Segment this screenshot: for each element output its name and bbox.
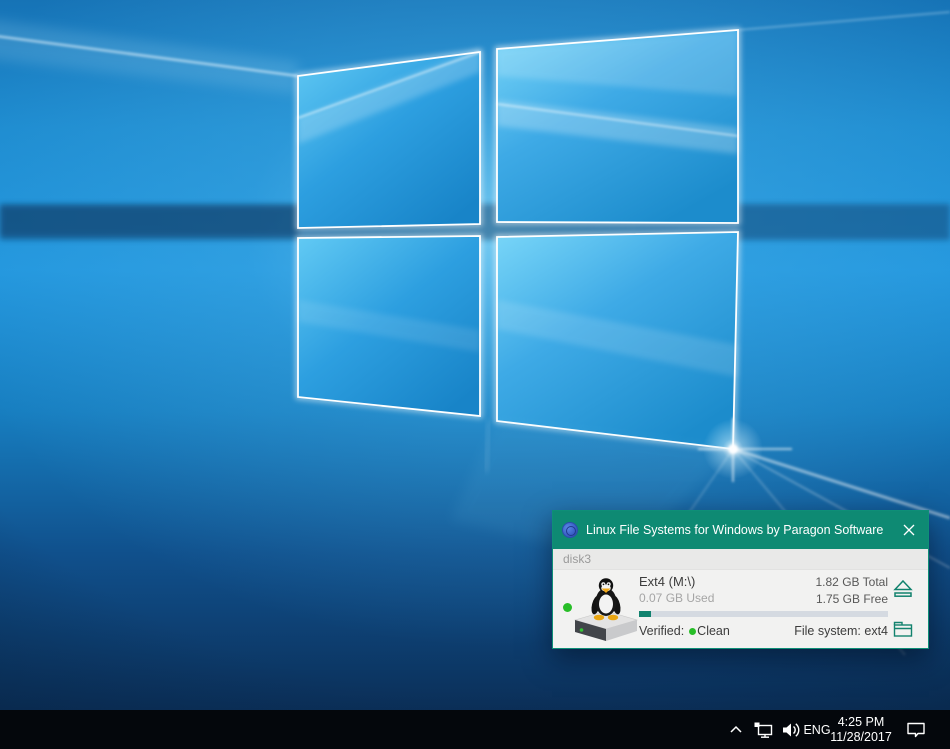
usage-bar-fill bbox=[639, 611, 651, 617]
volume-panel: Ext4 (M:\) 0.07 GB Used 1.82 GB Total 1.… bbox=[553, 570, 928, 648]
eject-button[interactable] bbox=[892, 578, 914, 600]
volume-used: 0.07 GB Used bbox=[639, 591, 714, 605]
taskbar: ENG 4:25 PM 11/28/2017 bbox=[0, 710, 950, 749]
desktop: Linux File Systems for Windows by Parago… bbox=[0, 0, 950, 749]
action-center-button[interactable] bbox=[901, 710, 931, 749]
disk-group-label: disk3 bbox=[563, 552, 591, 566]
speaker-icon bbox=[781, 721, 801, 739]
paragon-app-icon bbox=[562, 522, 578, 538]
language-indicator[interactable]: ENG bbox=[802, 710, 832, 749]
clean-status-dot bbox=[689, 628, 696, 635]
verified-value: Clean bbox=[697, 624, 730, 638]
close-icon[interactable] bbox=[900, 521, 918, 539]
usage-bar bbox=[639, 611, 888, 617]
notification-titlebar[interactable]: Linux File Systems for Windows by Parago… bbox=[553, 511, 928, 549]
network-tray-button[interactable] bbox=[751, 710, 777, 749]
clock-date: 11/28/2017 bbox=[830, 730, 892, 745]
show-hidden-icons-button[interactable] bbox=[726, 710, 746, 749]
chevron-up-icon bbox=[728, 722, 744, 738]
paragon-notification-window: Linux File Systems for Windows by Parago… bbox=[552, 510, 929, 649]
disk-group-header: disk3 bbox=[553, 549, 928, 570]
network-icon bbox=[753, 721, 775, 739]
action-center-icon bbox=[905, 720, 927, 739]
linux-drive-icon bbox=[569, 572, 643, 646]
taskbar-clock[interactable]: 4:25 PM 11/28/2017 bbox=[831, 710, 891, 749]
volume-tray-button[interactable] bbox=[778, 710, 804, 749]
filesystem-info: File system: ext4 bbox=[794, 624, 888, 638]
notification-title: Linux File Systems for Windows by Parago… bbox=[586, 523, 900, 537]
volume-free: 1.75 GB Free bbox=[816, 592, 888, 606]
volume-name: Ext4 (M:\) bbox=[639, 574, 695, 589]
language-label: ENG bbox=[803, 723, 830, 737]
clock-time: 4:25 PM bbox=[838, 715, 885, 730]
verified-label: Verified: bbox=[639, 624, 684, 638]
open-folder-button[interactable] bbox=[892, 619, 914, 641]
verified-status: Verified: Clean bbox=[639, 624, 730, 638]
volume-total: 1.82 GB Total bbox=[816, 575, 889, 589]
